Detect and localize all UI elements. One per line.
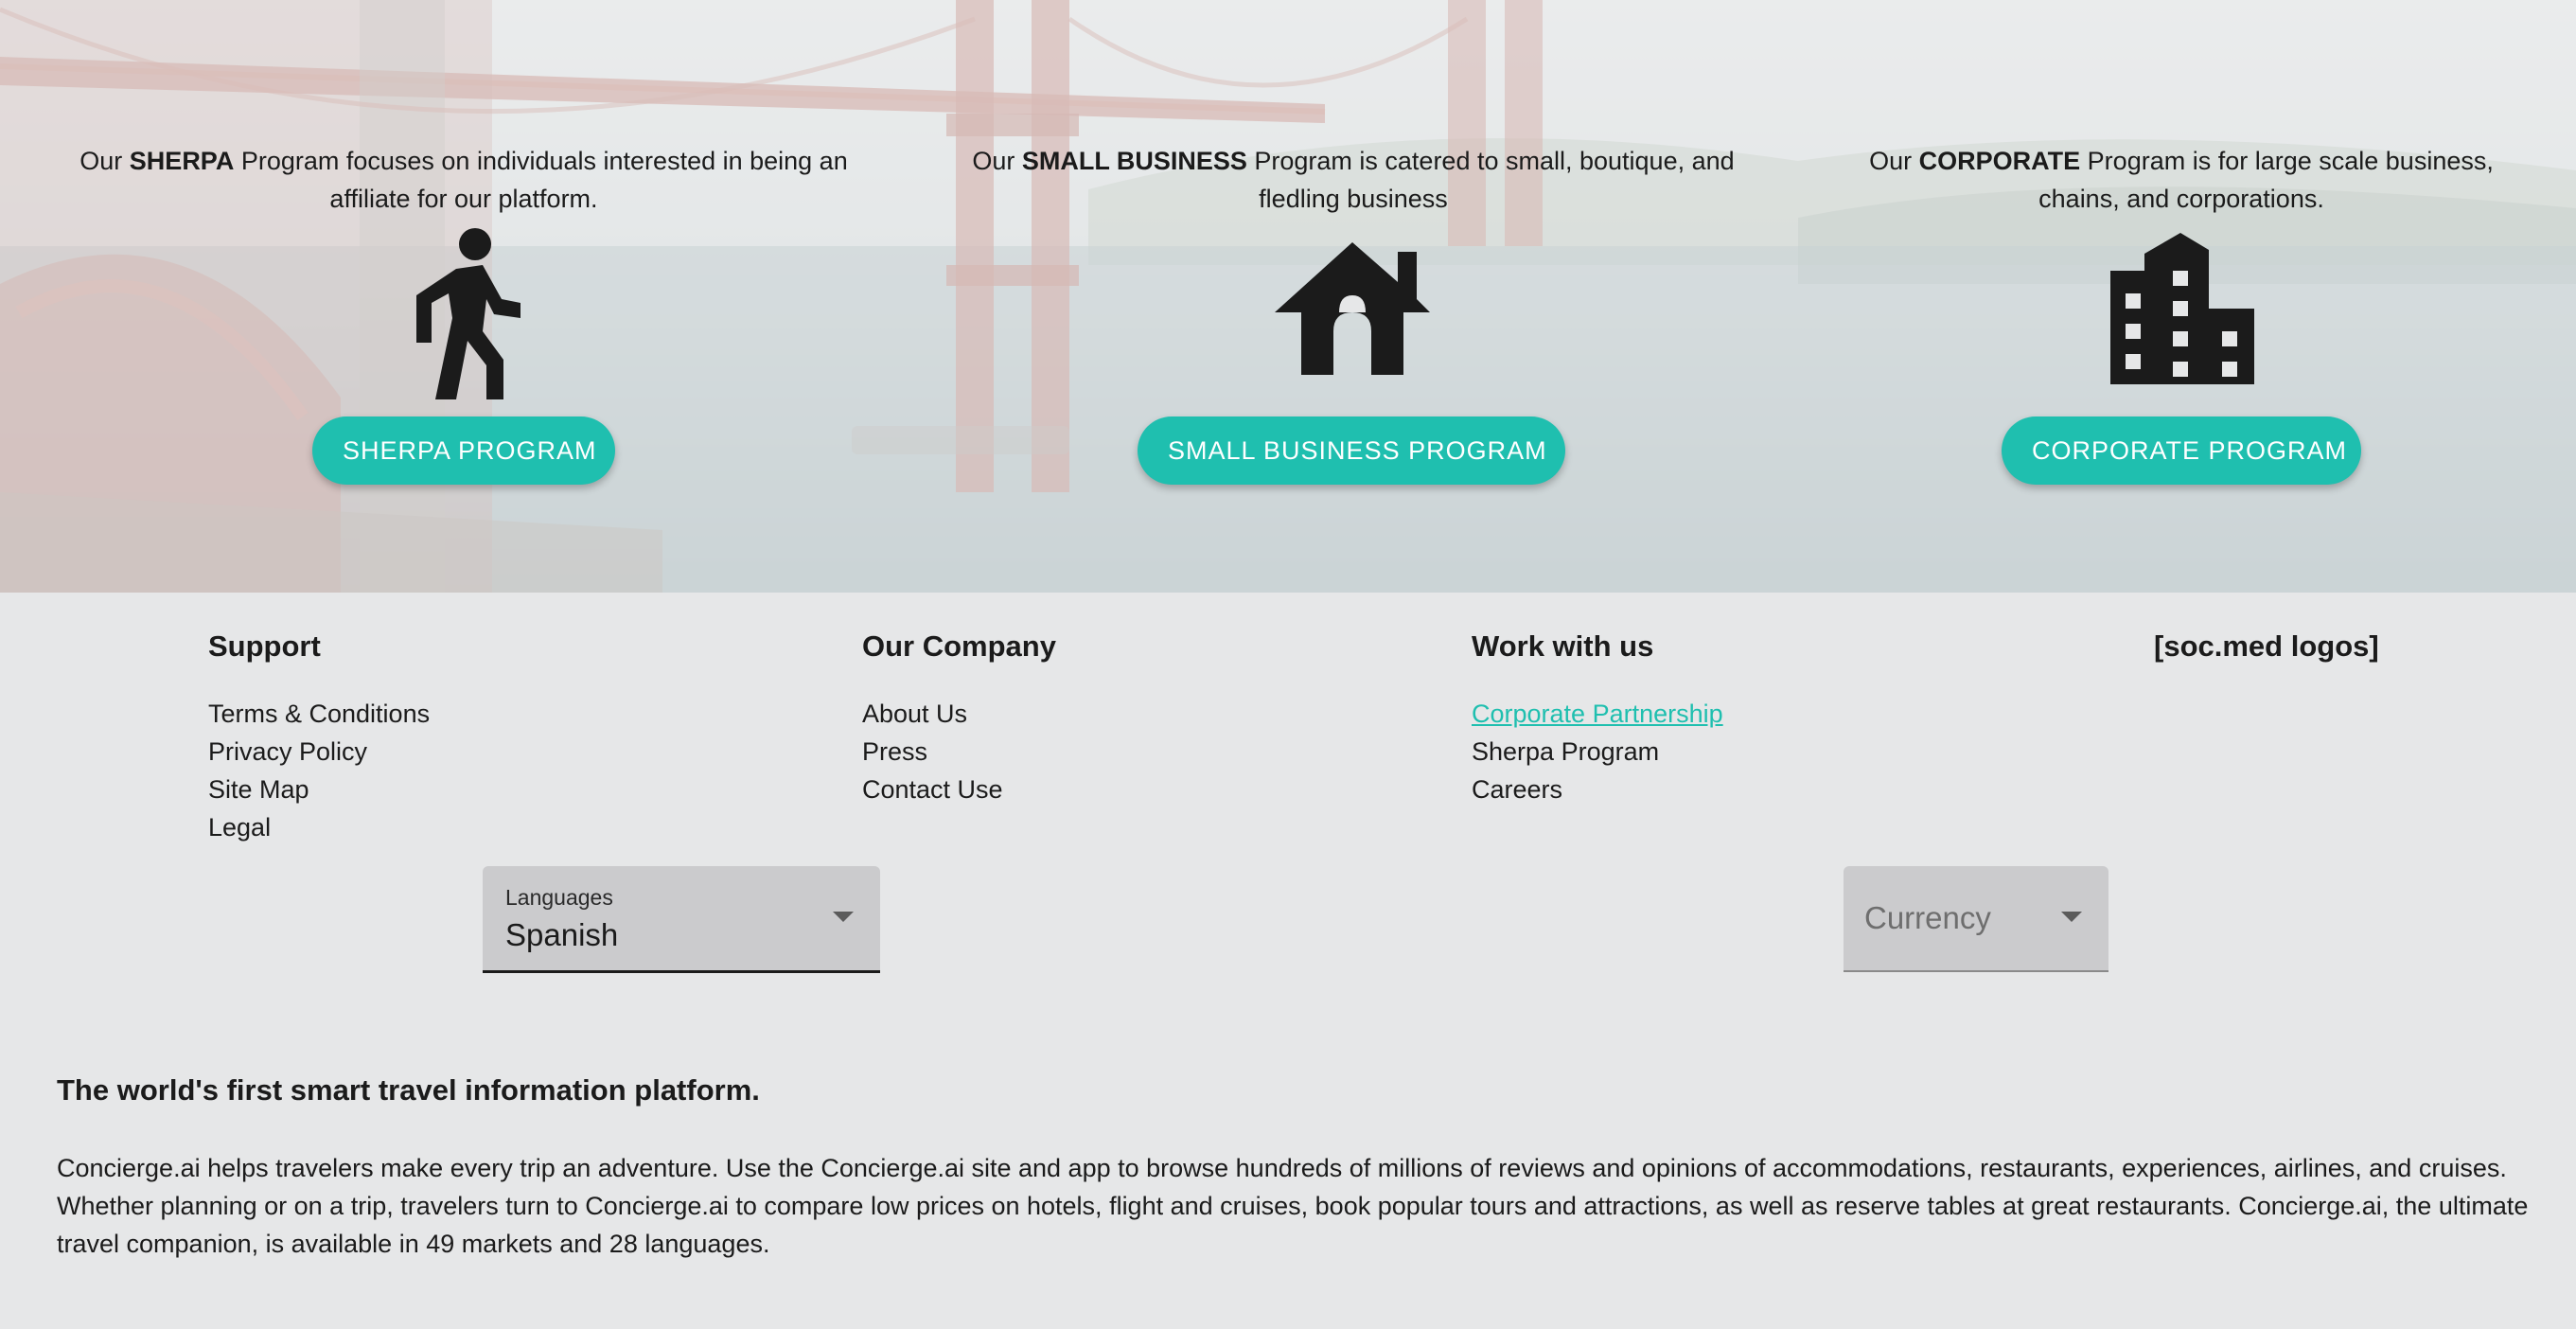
sherpa-program-link[interactable]: Sherpa Program <box>1472 733 1723 771</box>
privacy-policy-link[interactable]: Privacy Policy <box>208 733 430 771</box>
social-media-logos-placeholder: [soc.med logos] <box>2154 629 2379 663</box>
legal-link[interactable]: Legal <box>208 808 430 846</box>
chevron-down-icon <box>2061 912 2082 922</box>
corporate-program-description: Our CORPORATE Program is for large scale… <box>1869 147 2494 213</box>
contact-link[interactable]: Contact Use <box>862 771 1056 808</box>
office-building-icon <box>2110 233 2254 384</box>
work-with-us-heading: Work with us <box>1472 629 1654 663</box>
work-with-us-column: Work with us Corporate Partnership Sherp… <box>1472 625 1723 808</box>
sherpa-program-description: Our SHERPA Program focuses on individual… <box>79 147 848 213</box>
support-links: Terms & Conditions Privacy Policy Site M… <box>208 695 430 846</box>
about-description: Concierge.ai helps travelers make every … <box>57 1154 2529 1258</box>
press-link[interactable]: Press <box>862 733 1056 771</box>
small-business-program-card: Our SMALL BUSINESS Program is catered to… <box>956 142 1751 218</box>
chevron-down-icon <box>833 912 854 922</box>
about-heading: The world's first smart travel informati… <box>57 1073 760 1107</box>
languages-select[interactable]: Languages Spanish <box>483 866 880 973</box>
company-column: Our Company About Us Press Contact Use <box>862 625 1056 808</box>
support-column: Support Terms & Conditions Privacy Polic… <box>208 625 430 846</box>
company-links: About Us Press Contact Use <box>862 695 1056 808</box>
work-with-us-links: Corporate Partnership Sherpa Program Car… <box>1472 695 1723 808</box>
social-media-column: [soc.med logos] <box>2154 625 2379 668</box>
company-heading: Our Company <box>862 629 1056 663</box>
site-map-link[interactable]: Site Map <box>208 771 430 808</box>
small-business-program-description: Our SMALL BUSINESS Program is catered to… <box>972 147 1735 213</box>
corporate-program-card: Our CORPORATE Program is for large scale… <box>1836 142 2527 218</box>
corporate-program-button[interactable]: CORPORATE PROGRAM <box>2002 416 2361 485</box>
currency-placeholder: Currency <box>1864 900 1991 935</box>
terms-link[interactable]: Terms & Conditions <box>208 695 430 733</box>
currency-select[interactable]: Currency <box>1844 866 2108 972</box>
corporate-partnership-link[interactable]: Corporate Partnership <box>1472 695 1723 733</box>
house-icon <box>1275 242 1430 375</box>
languages-label: Languages <box>505 885 613 910</box>
small-business-program-button[interactable]: SMALL BUSINESS PROGRAM <box>1138 416 1565 485</box>
about-us-link[interactable]: About Us <box>862 695 1056 733</box>
support-heading: Support <box>208 629 321 663</box>
careers-link[interactable]: Careers <box>1472 771 1723 808</box>
sherpa-program-button[interactable]: SHERPA PROGRAM <box>312 416 615 485</box>
walking-person-icon <box>416 228 520 399</box>
languages-value: Spanish <box>505 917 619 952</box>
sherpa-program-card: Our SHERPA Program focuses on individual… <box>38 142 890 218</box>
programs-hero: Our SHERPA Program focuses on individual… <box>0 0 2576 593</box>
